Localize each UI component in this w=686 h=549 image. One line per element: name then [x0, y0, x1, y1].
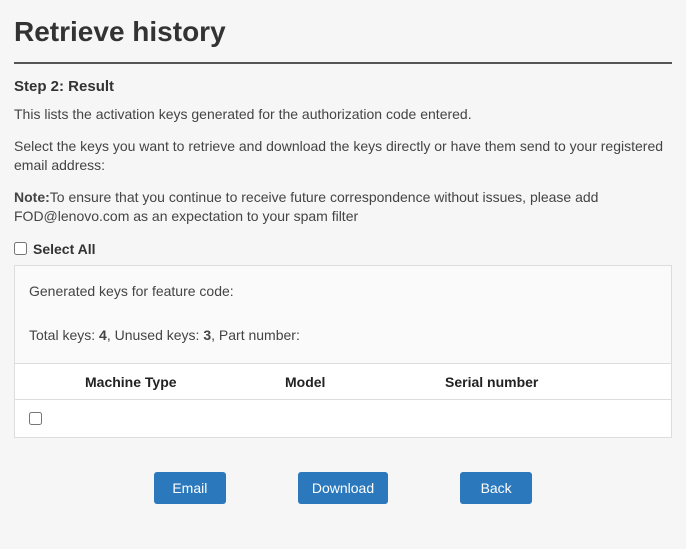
divider	[14, 62, 672, 64]
note-label: Note:	[14, 189, 50, 205]
page-title: Retrieve history	[14, 16, 672, 48]
unused-keys-value: 3	[203, 327, 211, 343]
select-all-row: Select All	[14, 241, 672, 257]
generated-keys-line: Generated keys for feature code:	[29, 282, 657, 302]
total-keys-value: 4	[99, 327, 107, 343]
unused-keys-label: , Unused keys:	[107, 327, 204, 343]
totals-line: Total keys: 4, Unused keys: 3, Part numb…	[29, 326, 657, 346]
action-button-row: Email Download Back	[14, 472, 672, 504]
back-button[interactable]: Back	[460, 472, 532, 504]
total-keys-label: Total keys:	[29, 327, 99, 343]
step-heading: Step 2: Result	[14, 78, 672, 95]
table-row-check-cell	[15, 412, 55, 425]
table-header-row: Machine Type Model Serial number	[14, 364, 672, 400]
table-header-model: Model	[285, 374, 445, 390]
note-text: Note:To ensure that you continue to rece…	[14, 188, 672, 227]
row-checkbox[interactable]	[29, 412, 42, 425]
email-button[interactable]: Email	[154, 472, 226, 504]
note-body: To ensure that you continue to receive f…	[14, 189, 598, 225]
description-1: This lists the activation keys generated…	[14, 105, 672, 125]
table-header-machine-type: Machine Type	[55, 374, 285, 390]
table-header-serial-number: Serial number	[445, 374, 671, 390]
select-all-label: Select All	[33, 241, 96, 257]
description-2: Select the keys you want to retrieve and…	[14, 137, 672, 176]
download-button[interactable]: Download	[298, 472, 388, 504]
part-number-label: , Part number:	[211, 327, 300, 343]
info-panel: Generated keys for feature code: Total k…	[14, 265, 672, 364]
select-all-checkbox[interactable]	[14, 242, 27, 255]
table-row	[14, 400, 672, 438]
